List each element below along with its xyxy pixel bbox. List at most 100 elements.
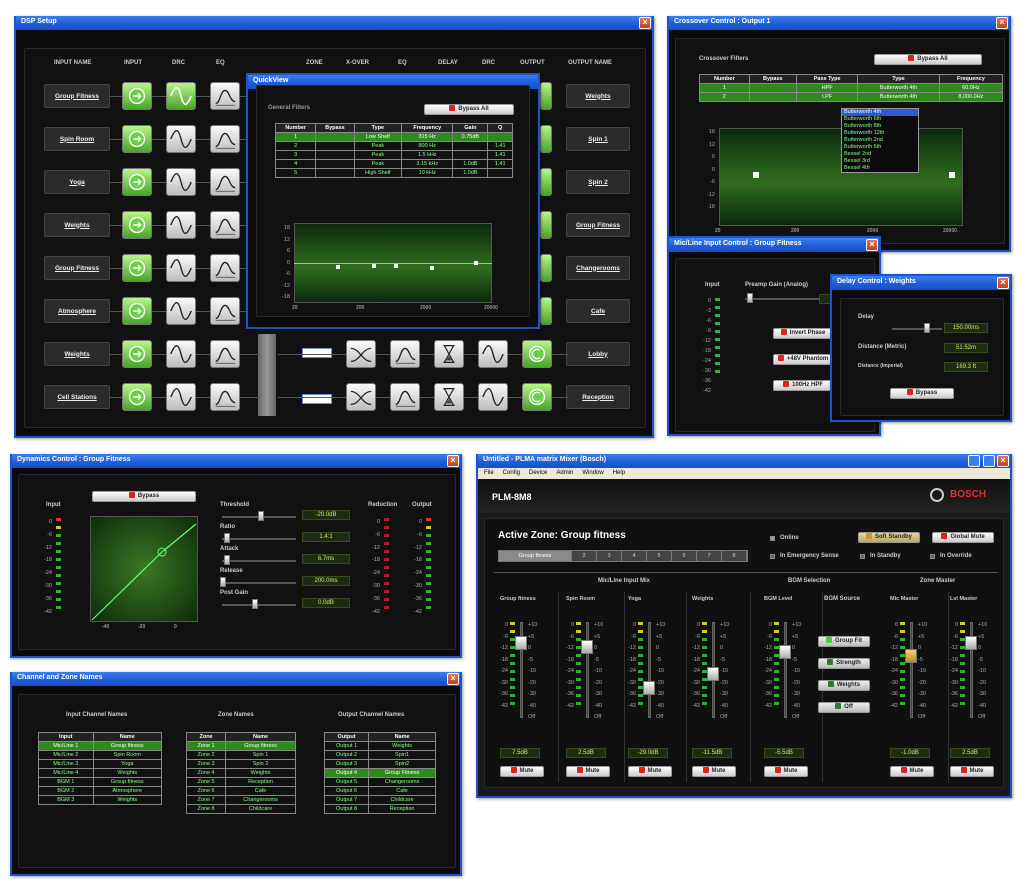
mic-option-button[interactable]: 100Hz HPF bbox=[773, 380, 833, 391]
input-toggle-button[interactable] bbox=[122, 168, 152, 196]
filter-type-dropdown-list[interactable]: Butterworth 4th Butterworth 6th Butterwort… bbox=[841, 108, 919, 173]
dropdown-option[interactable]: Butterworth 12th bbox=[842, 130, 918, 137]
output-drc-button[interactable] bbox=[478, 383, 508, 411]
drc-button[interactable] bbox=[166, 254, 196, 282]
table-row[interactable]: Output 8 Reception bbox=[323, 804, 436, 814]
table-row[interactable]: Mic/Line 2 Spin Room bbox=[38, 750, 163, 760]
close-icon[interactable]: × bbox=[996, 17, 1008, 29]
output-drc-button[interactable] bbox=[478, 340, 508, 368]
output-name-button[interactable]: Spin 1 bbox=[566, 127, 630, 151]
menu-item[interactable]: Device bbox=[529, 470, 547, 476]
dyn-param-slider[interactable] bbox=[222, 604, 296, 606]
drc-button[interactable] bbox=[166, 211, 196, 239]
delay-slider[interactable] bbox=[892, 328, 942, 330]
fader-knob[interactable] bbox=[643, 680, 655, 695]
table-row[interactable]: BGM 3 Weights bbox=[38, 795, 163, 805]
close-icon[interactable]: × bbox=[866, 239, 878, 251]
eq-button[interactable] bbox=[210, 211, 240, 239]
close-icon[interactable]: × bbox=[447, 673, 459, 685]
dropdown-option[interactable]: Butterworth 4th bbox=[842, 109, 918, 116]
input-name-button[interactable]: Weights bbox=[44, 342, 110, 366]
lp-marker[interactable] bbox=[949, 172, 955, 178]
input-toggle-button[interactable] bbox=[122, 297, 152, 325]
mic-option-button[interactable]: Invert Phase bbox=[773, 328, 833, 339]
zone-tab[interactable]: 4 bbox=[622, 551, 647, 561]
table-row[interactable]: Zone 6 Cafe bbox=[185, 786, 296, 796]
table-row[interactable]: Zone 3 Spin 2 bbox=[185, 759, 296, 769]
output-name-button[interactable]: Changerooms bbox=[566, 256, 630, 280]
dyn-param-slider[interactable] bbox=[222, 560, 296, 562]
table-row[interactable]: Output 6 Cafe bbox=[323, 786, 436, 796]
eq-button[interactable] bbox=[210, 297, 240, 325]
names-title-bar[interactable]: Channel and Zone Names × bbox=[12, 672, 460, 686]
output-name-button[interactable]: Spin 2 bbox=[566, 170, 630, 194]
zone-select[interactable] bbox=[302, 394, 332, 404]
dyn-param-slider[interactable] bbox=[222, 582, 296, 584]
dropdown-option[interactable]: Butterworth 6th bbox=[842, 116, 918, 123]
close-icon[interactable]: × bbox=[997, 455, 1009, 467]
fader-track[interactable] bbox=[648, 622, 651, 718]
fader-track[interactable] bbox=[784, 622, 787, 718]
delay-bypass-button[interactable]: Bypass bbox=[890, 388, 954, 399]
zone-tab[interactable]: 2 bbox=[572, 551, 597, 561]
input-name-button[interactable]: Atmosphere bbox=[44, 299, 110, 323]
output-eq-button[interactable] bbox=[390, 383, 420, 411]
output-name-button[interactable]: Cafe bbox=[566, 299, 630, 323]
minimize-icon[interactable] bbox=[968, 455, 980, 467]
input-toggle-button[interactable] bbox=[122, 340, 152, 368]
eq-button[interactable] bbox=[210, 254, 240, 282]
input-name-button[interactable]: Group Fitness bbox=[44, 84, 110, 108]
menu-item[interactable]: Config bbox=[503, 470, 520, 476]
dsp-title-bar[interactable]: DSP Setup × bbox=[16, 16, 652, 30]
delay-knob[interactable] bbox=[924, 323, 930, 333]
zone-tab[interactable]: Group fitness bbox=[499, 551, 572, 561]
table-row[interactable]: Output 5 Changerooms bbox=[323, 777, 436, 787]
fader-knob[interactable] bbox=[779, 644, 791, 659]
zone-tab[interactable]: 3 bbox=[597, 551, 622, 561]
fader-knob[interactable] bbox=[965, 635, 977, 650]
dyn-param-knob[interactable] bbox=[224, 533, 230, 543]
drc-button[interactable] bbox=[166, 168, 196, 196]
dropdown-option[interactable]: Bessel 2nd bbox=[842, 151, 918, 158]
table-row[interactable]: Zone 8 Childcare bbox=[185, 804, 296, 814]
delay-title-bar[interactable]: Delay Control : Weights × bbox=[832, 276, 1010, 290]
dropdown-option[interactable]: Butterworth 8th bbox=[842, 123, 918, 130]
channel-mute-button[interactable]: Mute bbox=[628, 766, 672, 777]
output-toggle-stub[interactable] bbox=[540, 297, 552, 325]
zone-tab[interactable]: 6 bbox=[672, 551, 697, 561]
input-name-button[interactable]: Cell Stations bbox=[44, 385, 110, 409]
fader-knob[interactable] bbox=[581, 640, 593, 654]
hp-marker[interactable] bbox=[753, 172, 759, 178]
table-row[interactable]: 1 Low Shelf 315 Hz 0.75dB bbox=[274, 132, 513, 142]
crossover-bypass-all-button[interactable]: Bypass All bbox=[874, 54, 982, 65]
output-name-button[interactable]: Lobby bbox=[566, 342, 630, 366]
bgm-source-button[interactable]: Group Fit bbox=[818, 636, 870, 647]
close-icon[interactable]: × bbox=[447, 455, 459, 467]
input-toggle-button[interactable] bbox=[122, 211, 152, 239]
eq-band-point[interactable] bbox=[372, 264, 376, 268]
input-name-button[interactable]: Yoga bbox=[44, 170, 110, 194]
menu-item[interactable]: Help bbox=[613, 470, 625, 476]
channel-mute-button[interactable]: Mute bbox=[764, 766, 808, 777]
output-toggle-button[interactable] bbox=[522, 340, 552, 368]
table-row[interactable]: Zone 2 Spin 1 bbox=[185, 750, 296, 760]
mic-option-button[interactable]: +48V Phantom bbox=[773, 354, 833, 365]
table-row[interactable]: Mic/Line 3 Yoga bbox=[38, 759, 163, 769]
output-toggle-stub[interactable] bbox=[540, 125, 552, 153]
crossover-button[interactable] bbox=[346, 383, 376, 411]
dropdown-option[interactable]: Bessel 4th bbox=[842, 165, 918, 172]
drc-button[interactable] bbox=[166, 297, 196, 325]
table-row[interactable]: Mic/Line 4 Weights bbox=[38, 768, 163, 778]
global-mute-button[interactable]: Global Mute bbox=[932, 532, 994, 543]
fader-knob[interactable] bbox=[905, 649, 917, 663]
dyn-param-knob[interactable] bbox=[258, 511, 264, 521]
bgm-source-button[interactable]: Strength bbox=[818, 658, 870, 669]
bypass-all-button[interactable]: Bypass All bbox=[424, 104, 514, 115]
eq-button[interactable] bbox=[210, 168, 240, 196]
output-toggle-stub[interactable] bbox=[540, 168, 552, 196]
table-row[interactable]: Zone 5 Reception bbox=[185, 777, 296, 787]
dynamics-bypass-button[interactable]: Bypass bbox=[92, 491, 196, 502]
table-row[interactable]: Zone 7 Changerooms bbox=[185, 795, 296, 805]
dynamics-title-bar[interactable]: Dynamics Control : Group Fitness × bbox=[12, 454, 460, 468]
channel-mute-button[interactable]: Mute bbox=[890, 766, 934, 777]
